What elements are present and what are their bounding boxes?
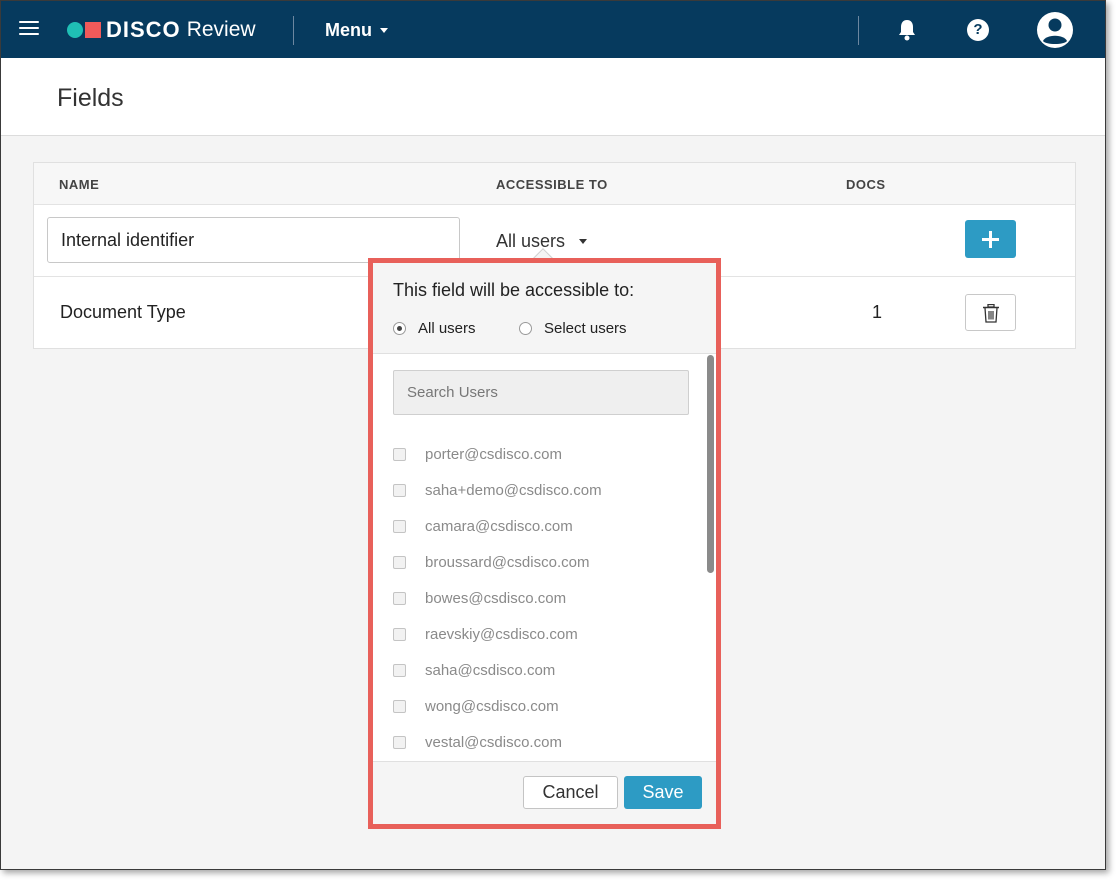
user-email: broussard@csdisco.com	[425, 553, 590, 571]
add-field-button[interactable]	[965, 220, 1016, 258]
user-email: saha+demo@csdisco.com	[425, 481, 602, 499]
radio-label: Select users	[544, 320, 627, 337]
radio-all-users[interactable]: All users	[393, 320, 476, 337]
chevron-down-icon	[579, 239, 588, 244]
list-item[interactable]: saha+demo@csdisco.com	[393, 472, 693, 508]
trash-icon	[983, 304, 999, 323]
user-email: camara@csdisco.com	[425, 517, 573, 535]
accessibility-popover: This field will be accessible to: All us…	[368, 258, 721, 829]
user-email: raevskiy@csdisco.com	[425, 625, 578, 643]
column-header-docs: DOCS	[846, 177, 886, 192]
bell-icon[interactable]	[896, 18, 918, 42]
accessible-to-value: All users	[496, 231, 566, 251]
list-item[interactable]: raevskiy@csdisco.com	[393, 616, 693, 652]
logo-brand-text: DISCO	[106, 17, 181, 42]
logo-product-text: Review	[186, 18, 256, 41]
user-avatar-icon[interactable]	[1037, 12, 1073, 48]
checkbox[interactable]	[393, 519, 406, 533]
checkbox[interactable]	[393, 627, 406, 641]
logo-dot	[67, 22, 83, 38]
chevron-down-icon	[380, 28, 388, 33]
list-item[interactable]: wong@csdisco.com	[393, 688, 693, 724]
checkbox[interactable]	[393, 555, 406, 569]
menu-label: Menu	[325, 20, 372, 40]
list-item[interactable]: broussard@csdisco.com	[393, 544, 693, 580]
field-name: Document Type	[60, 302, 186, 322]
menu-dropdown-button[interactable]: Menu	[325, 20, 388, 41]
radio-selected-icon	[393, 322, 406, 335]
popover-title: This field will be accessible to:	[393, 280, 635, 300]
checkbox[interactable]	[393, 663, 406, 677]
radio-select-users[interactable]: Select users	[519, 320, 627, 337]
search-users-input[interactable]	[393, 370, 689, 415]
table-header: NAME ACCESSIBLE TO DOCS	[34, 163, 1075, 205]
hamburger-icon[interactable]	[19, 21, 39, 37]
user-email: saha@csdisco.com	[425, 661, 556, 679]
list-item[interactable]: saha@csdisco.com	[393, 652, 693, 688]
column-header-name: NAME	[59, 177, 100, 192]
checkbox[interactable]	[393, 447, 406, 461]
question-icon[interactable]: ?	[967, 19, 989, 41]
docs-count: 1	[872, 302, 883, 322]
cancel-button[interactable]: Cancel	[523, 776, 618, 809]
user-email: wong@csdisco.com	[425, 697, 559, 715]
popover-body: porter@csdisco.com saha+demo@csdisco.com…	[373, 355, 716, 760]
app-window: DISCO Review Menu ? Fields NAME ACCESSIB…	[0, 0, 1106, 870]
divider	[293, 16, 294, 45]
disco-logo[interactable]: DISCO Review	[67, 17, 256, 42]
user-email: vestal@csdisco.com	[425, 733, 562, 751]
checkbox[interactable]	[393, 735, 406, 749]
popover-header: This field will be accessible to: All us…	[373, 263, 716, 354]
checkbox[interactable]	[393, 483, 406, 497]
divider	[858, 16, 859, 45]
user-list: porter@csdisco.com saha+demo@csdisco.com…	[393, 436, 693, 760]
list-item[interactable]: porter@csdisco.com	[393, 436, 693, 472]
list-item[interactable]: camara@csdisco.com	[393, 508, 693, 544]
delete-field-button[interactable]	[965, 294, 1016, 331]
checkbox[interactable]	[393, 699, 406, 713]
radio-unselected-icon	[519, 322, 532, 335]
page-title: Fields	[57, 84, 124, 112]
popover-footer: Cancel Save	[373, 761, 716, 824]
top-navigation-bar: DISCO Review Menu ?	[1, 1, 1105, 58]
save-button[interactable]: Save	[624, 776, 702, 809]
scrollbar-thumb[interactable]	[707, 355, 714, 573]
user-email: porter@csdisco.com	[425, 445, 562, 463]
column-header-accessible-to: ACCESSIBLE TO	[496, 177, 608, 192]
list-item[interactable]: bowes@csdisco.com	[393, 580, 693, 616]
field-name-input[interactable]	[47, 217, 460, 263]
page-header: Fields	[1, 58, 1105, 136]
checkbox[interactable]	[393, 591, 406, 605]
user-email: bowes@csdisco.com	[425, 589, 567, 607]
list-item[interactable]: vestal@csdisco.com	[393, 724, 693, 760]
radio-label: All users	[418, 320, 476, 337]
logo-square	[85, 22, 101, 38]
